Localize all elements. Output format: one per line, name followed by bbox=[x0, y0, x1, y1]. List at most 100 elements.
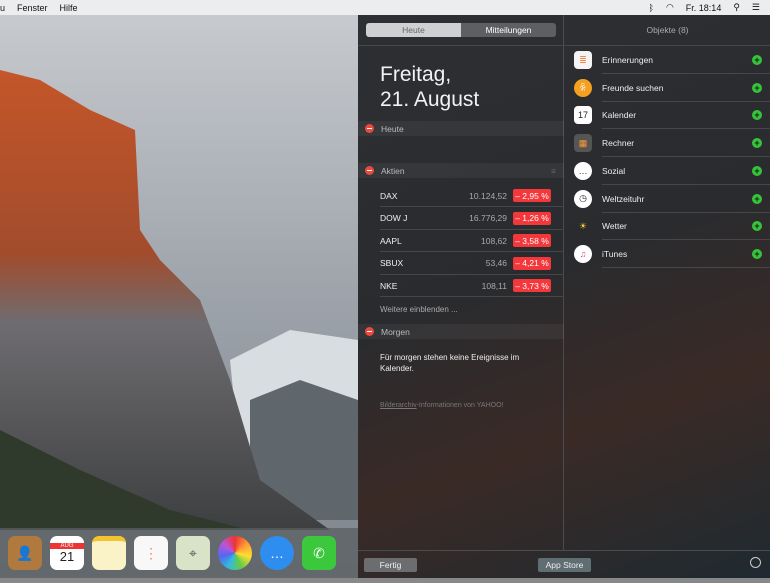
menu-hilfe[interactable]: Hilfe bbox=[60, 3, 78, 13]
menu-fenster[interactable]: Fenster bbox=[17, 3, 48, 13]
object-item[interactable]: ≣ Erinnerungen + bbox=[565, 46, 770, 74]
section-title: Heute bbox=[381, 123, 404, 134]
section-stocks: Aktien ≡ bbox=[358, 163, 564, 178]
facetime-icon[interactable]: ✆ bbox=[302, 536, 336, 570]
app-store-button[interactable]: App Store bbox=[538, 558, 591, 572]
stock-row[interactable]: DOW J 16.776,29 – 1,26 % bbox=[380, 208, 564, 230]
day-month: 21. August bbox=[380, 88, 480, 111]
object-label: Wetter bbox=[602, 221, 627, 232]
show-more-link[interactable]: Weitere einblenden ... bbox=[380, 305, 458, 316]
settings-icon[interactable] bbox=[750, 557, 761, 568]
section-tomorrow: Morgen bbox=[358, 324, 564, 339]
reminders-icon[interactable]: ⋮ bbox=[134, 536, 168, 570]
objects-header: Objekte (8) bbox=[646, 25, 689, 35]
tomorrow-text: Für morgen stehen keine Ereignisse im Ka… bbox=[380, 353, 520, 373]
calendar-icon: 17 bbox=[574, 106, 592, 125]
bluetooth-icon[interactable]: ᛒ bbox=[649, 3, 654, 13]
object-item[interactable]: ꆜ Freunde suchen + bbox=[565, 74, 770, 102]
weather-icon: ☀ bbox=[578, 220, 588, 231]
notes-icon[interactable] bbox=[92, 536, 126, 570]
wifi-icon[interactable]: ◠ bbox=[666, 2, 674, 13]
stock-value: 108,62 bbox=[481, 235, 507, 246]
find-friends-icon: ꆜ bbox=[574, 78, 592, 97]
image-archive-link[interactable]: Bilderarchiv bbox=[380, 402, 417, 409]
object-label: Erinnerungen bbox=[602, 55, 654, 65]
contacts-icon[interactable]: 👤 bbox=[8, 536, 42, 570]
object-label: Sozial bbox=[602, 165, 626, 176]
credit-text: -Informationen von YAHOO! bbox=[416, 402, 504, 409]
menu-item[interactable]: u bbox=[0, 3, 5, 13]
divider bbox=[358, 550, 770, 551]
calculator-icon: ▦ bbox=[574, 134, 592, 153]
maps-icon[interactable]: ⌖ bbox=[176, 536, 210, 570]
tab-today[interactable]: Heute bbox=[366, 23, 461, 37]
today-column: Heute Mitteilungen Freitag, 21. August He… bbox=[358, 15, 564, 550]
objects-column: Objekte (8) ≣ Erinnerungen + ꆜ Freunde suche… bbox=[565, 15, 770, 550]
remove-widget-icon[interactable] bbox=[365, 166, 374, 175]
stock-row[interactable]: SBUX 53,46 – 4,21 % bbox=[380, 253, 564, 275]
remove-widget-icon[interactable] bbox=[365, 124, 374, 133]
calendar-icon[interactable]: AUG 21 bbox=[50, 536, 84, 570]
stock-value: 16.776,29 bbox=[469, 213, 507, 223]
drag-handle-icon[interactable]: ≡ bbox=[551, 166, 556, 176]
done-button[interactable]: Fertig bbox=[364, 558, 417, 572]
stock-row[interactable]: DAX 10.124,52 – 2,95 % bbox=[380, 185, 564, 207]
add-widget-icon[interactable]: + bbox=[752, 221, 762, 232]
stock-change[interactable]: – 2,95 % bbox=[513, 189, 551, 202]
stock-value: 53,46 bbox=[485, 258, 507, 268]
stock-change[interactable]: – 1,26 % bbox=[513, 211, 551, 225]
object-label: Rechner bbox=[602, 138, 635, 149]
tab-bar: Heute Mitteilungen bbox=[366, 23, 556, 37]
clock[interactable]: Fr. 18:14 bbox=[686, 3, 722, 13]
section-title: Aktien bbox=[381, 165, 405, 176]
object-label: Kalender bbox=[602, 110, 637, 121]
add-widget-icon[interactable]: + bbox=[752, 193, 762, 204]
add-widget-icon[interactable]: + bbox=[752, 110, 762, 121]
object-item[interactable]: 17 Kalender + bbox=[565, 101, 770, 130]
stock-change[interactable]: – 4,21 % bbox=[513, 256, 551, 270]
spotlight-search-icon[interactable]: ⚲ bbox=[733, 2, 740, 13]
stock-change[interactable]: – 3,58 % bbox=[513, 234, 551, 247]
stock-change[interactable]: – 3,73 % bbox=[513, 279, 551, 292]
calendar-day: 21 bbox=[59, 548, 75, 564]
reminders-icon: ≣ bbox=[574, 51, 592, 69]
notification-center: Heute Mitteilungen Freitag, 21. August He… bbox=[358, 15, 770, 578]
divider bbox=[358, 45, 770, 46]
stock-symbol: DAX bbox=[380, 190, 398, 201]
stock-symbol: NKE bbox=[380, 280, 398, 291]
remove-widget-icon[interactable] bbox=[365, 327, 374, 336]
add-widget-icon[interactable]: + bbox=[752, 165, 762, 176]
stock-symbol: AAPL bbox=[380, 235, 402, 246]
menu-bar: u Fenster Hilfe ᛒ ◠ Fr. 18:14 ⚲ ☰ bbox=[0, 0, 770, 15]
object-item[interactable]: ◷ Weltzeituhr + bbox=[565, 185, 770, 213]
messages-icon[interactable]: … bbox=[260, 536, 294, 570]
itunes-icon: ♫ bbox=[574, 244, 592, 263]
object-label: Freunde suchen bbox=[602, 82, 664, 93]
add-widget-icon[interactable]: + bbox=[752, 248, 762, 259]
photos-icon[interactable] bbox=[218, 536, 252, 570]
object-label: iTunes bbox=[602, 248, 628, 259]
stock-symbol: DOW J bbox=[380, 213, 408, 223]
weekday: Freitag, bbox=[380, 63, 452, 86]
object-item[interactable]: ☀ Wetter + bbox=[565, 212, 770, 241]
dock: 👤 AUG 21 ⋮ ⌖ … ✆ bbox=[0, 528, 358, 578]
section-title: Morgen bbox=[381, 326, 410, 337]
add-widget-icon[interactable]: + bbox=[752, 138, 762, 149]
tab-notifications[interactable]: Mitteilungen bbox=[461, 23, 556, 37]
add-widget-icon[interactable]: + bbox=[752, 82, 762, 93]
desktop-wallpaper bbox=[0, 0, 358, 578]
credit-line: Bilderarchiv-Informationen von YAHOO! bbox=[380, 401, 503, 412]
social-icon: … bbox=[574, 161, 592, 180]
object-item[interactable]: … Sozial + bbox=[565, 157, 770, 185]
notification-center-icon[interactable]: ☰ bbox=[752, 2, 760, 13]
world-clock-icon: ◷ bbox=[574, 189, 592, 208]
stock-row[interactable]: AAPL 108,62 – 3,58 % bbox=[380, 230, 564, 252]
object-label: Weltzeituhr bbox=[602, 193, 645, 204]
add-widget-icon[interactable]: + bbox=[752, 55, 762, 65]
stock-value: 10.124,52 bbox=[469, 190, 507, 201]
stock-value: 108,11 bbox=[481, 280, 507, 291]
stock-symbol: SBUX bbox=[380, 258, 404, 268]
object-item[interactable]: ▦ Rechner + bbox=[565, 129, 770, 158]
stock-row[interactable]: NKE 108,11 – 3,73 % bbox=[380, 275, 564, 297]
object-item[interactable]: ♫ iTunes + bbox=[565, 240, 770, 268]
